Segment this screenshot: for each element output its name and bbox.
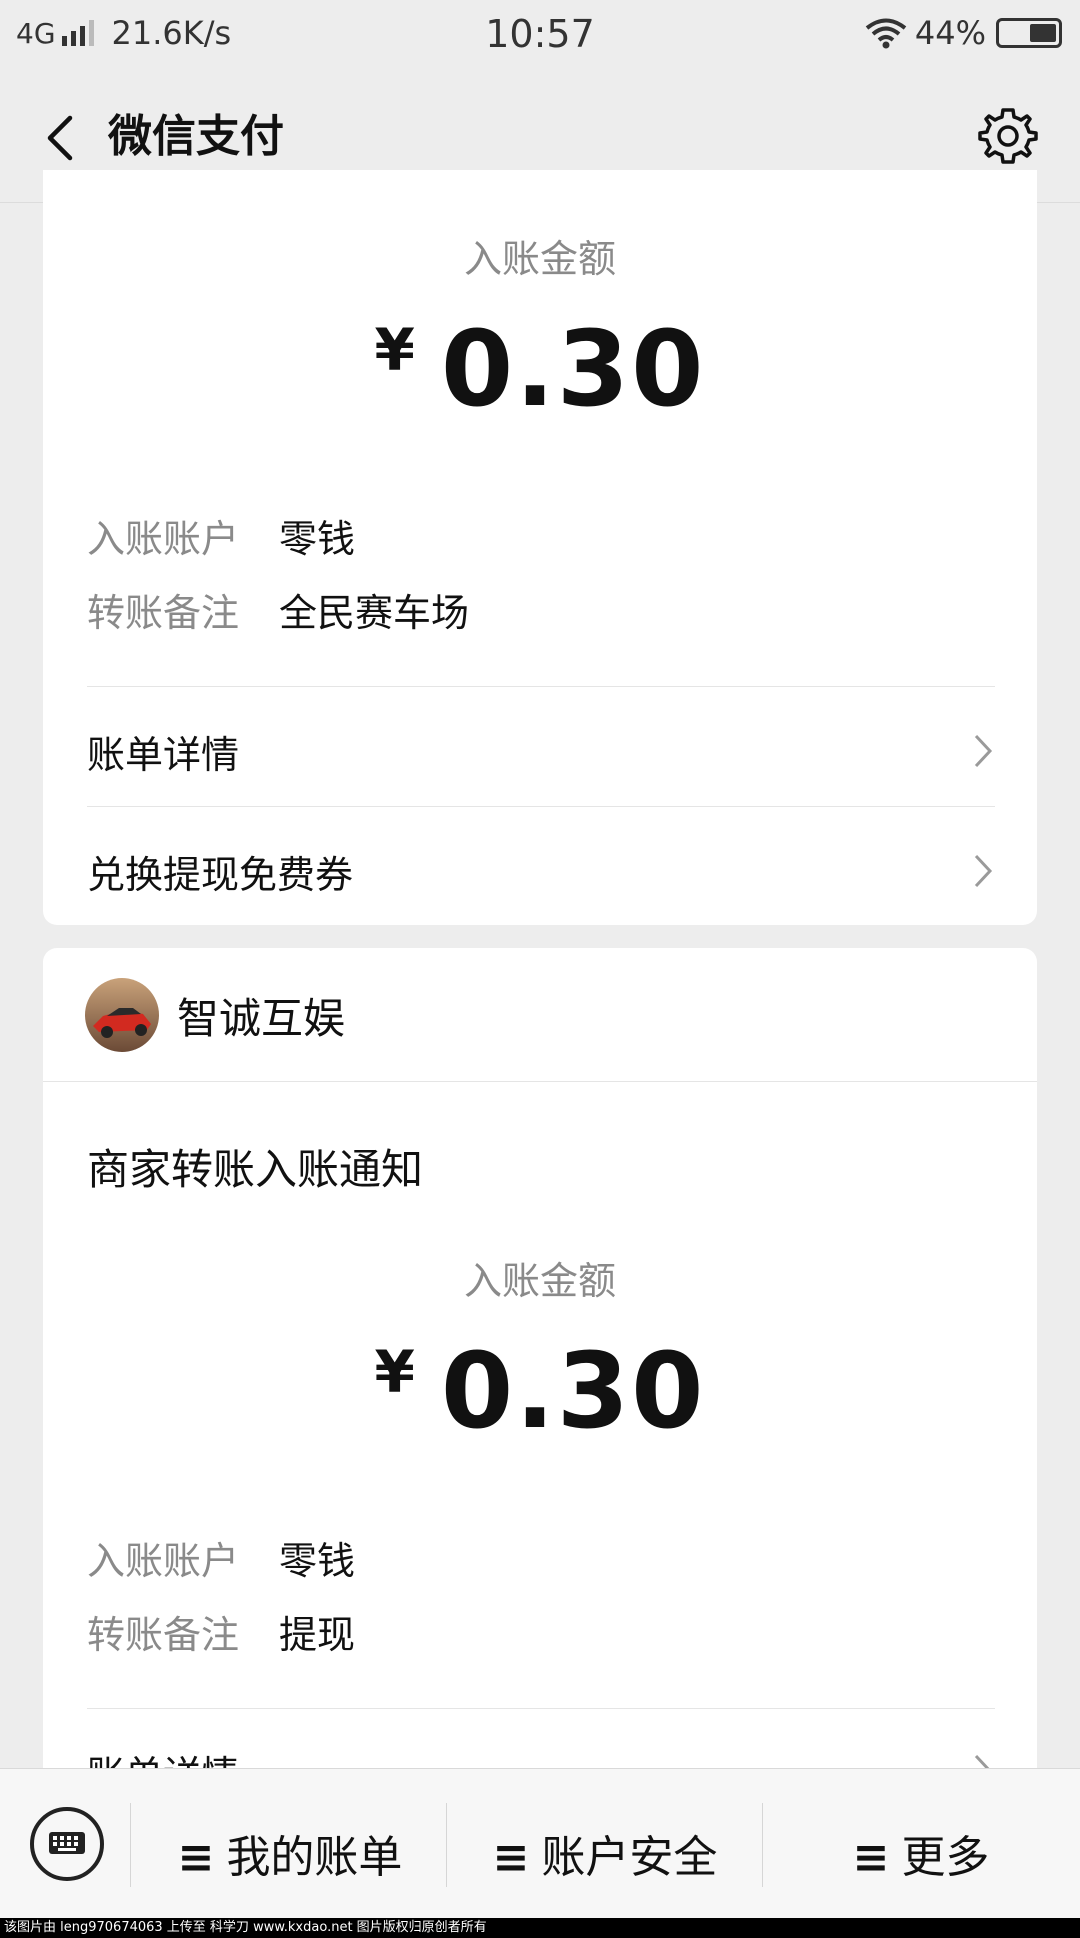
bottom-menu-bar: ≡ 我的账单 ≡ 账户安全 ≡ 更多 [0, 1768, 1080, 1919]
detail-row-remark: 转账备注 提现 [87, 1604, 355, 1659]
watermark-footer: 该图片由 leng970674063 上传至 科学刀 www.kxdao.net… [0, 1918, 1080, 1938]
detail-row-account: 入账账户 零钱 [87, 1530, 355, 1585]
bill-details-link[interactable]: 账单详情 [87, 724, 995, 779]
merchant-header[interactable]: 智诚互娱 [85, 978, 345, 1052]
divider [43, 1081, 1037, 1082]
detail-value: 零钱 [279, 1539, 356, 1583]
amount-display: ¥0.30 [43, 1330, 1037, 1452]
amount-label: 入账金额 [463, 1259, 616, 1303]
separator [446, 1803, 447, 1887]
amount-value: 0.30 [440, 308, 706, 430]
currency-symbol: ¥ [374, 316, 415, 384]
keyboard-icon[interactable] [30, 1807, 104, 1881]
divider [87, 806, 995, 807]
menu-icon: ≡ [852, 1832, 890, 1883]
exchange-coupon-link[interactable]: 兑换提现免费券 [87, 844, 995, 899]
amount-display: ¥0.30 [43, 308, 1037, 430]
menu-icon: ≡ [492, 1832, 530, 1883]
detail-value: 提现 [279, 1613, 356, 1657]
status-bar: 4G 21.6K/s 10:57 44% [0, 0, 1080, 72]
status-right: 44% [865, 14, 1062, 52]
gear-icon[interactable] [976, 104, 1040, 168]
link-label: 账单详情 [87, 733, 240, 777]
menu-label: 更多 [901, 1832, 990, 1883]
detail-row-account: 入账账户 零钱 [87, 508, 355, 563]
detail-key: 转账备注 [87, 1613, 240, 1657]
battery-percent: 44% [914, 14, 986, 52]
menu-more[interactable]: ≡ 更多 [766, 1821, 1076, 1885]
battery-icon [996, 18, 1062, 48]
currency-symbol: ¥ [374, 1338, 415, 1406]
menu-account-security[interactable]: ≡ 账户安全 [450, 1821, 760, 1885]
separator [130, 1803, 131, 1887]
separator [762, 1803, 763, 1887]
menu-label: 我的账单 [226, 1832, 403, 1883]
detail-value: 全民赛车场 [279, 591, 470, 635]
menu-icon: ≡ [177, 1832, 215, 1883]
link-label: 兑换提现免费券 [87, 853, 354, 897]
back-icon[interactable] [36, 108, 90, 168]
divider [87, 1708, 995, 1709]
merchant-avatar [85, 978, 159, 1052]
merchant-name: 智诚互娱 [177, 993, 346, 1043]
wifi-icon [865, 18, 907, 49]
battery-fill [1029, 24, 1056, 42]
detail-key: 入账账户 [87, 1539, 240, 1583]
page-title: 微信支付 [108, 111, 284, 162]
detail-row-remark: 转账备注 全民赛车场 [87, 582, 469, 637]
detail-key: 入账账户 [87, 517, 240, 561]
detail-value: 零钱 [279, 517, 356, 561]
menu-label: 账户安全 [541, 1832, 718, 1883]
detail-key: 转账备注 [87, 591, 240, 635]
chevron-right-icon [974, 734, 993, 768]
divider [87, 686, 995, 687]
amount-label: 入账金额 [463, 237, 616, 281]
transfer-card-1: 入账金额 ¥0.30 入账账户 零钱 转账备注 全民赛车场 账单详情 兑换提现免费券 [43, 170, 1037, 925]
chevron-right-icon [974, 854, 993, 888]
menu-my-bills[interactable]: ≡ 我的账单 [135, 1821, 445, 1885]
notification-title: 商家转账入账通知 [87, 1145, 424, 1194]
amount-value: 0.30 [440, 1330, 706, 1452]
